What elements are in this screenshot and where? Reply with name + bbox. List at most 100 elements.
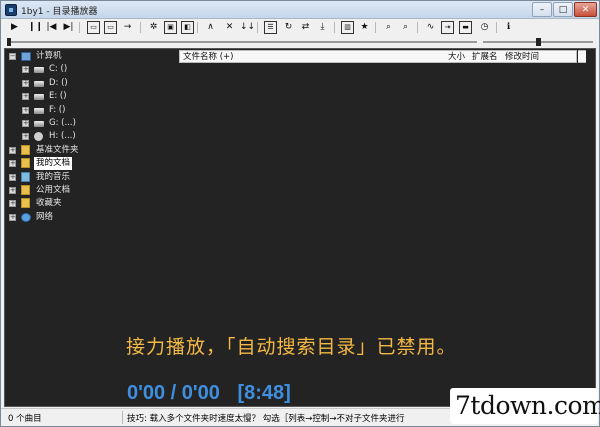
- tree-item[interactable]: + G: (...): [22, 117, 182, 130]
- drive-icon: [34, 121, 44, 127]
- pause-icon[interactable]: ❙❙: [28, 21, 43, 34]
- search-folder-icon[interactable]: ⌕: [399, 21, 412, 34]
- column-filename[interactable]: 文件名称 (+): [183, 51, 233, 63]
- expand-icon[interactable]: +: [22, 79, 29, 87]
- time-display: 0'00 / 0'00 [8:48]: [127, 382, 291, 405]
- expand-icon[interactable]: +: [22, 120, 29, 127]
- column-extension[interactable]: 扩展名: [472, 51, 498, 63]
- star-icon[interactable]: ★: [358, 21, 371, 34]
- chevron-up-icon[interactable]: ∧: [204, 21, 217, 34]
- toolbar-separator: [140, 22, 141, 33]
- tree-item[interactable]: + C: (): [22, 63, 182, 76]
- tree-item[interactable]: + H: (...): [22, 130, 182, 143]
- open-folder-icon[interactable]: ▭: [87, 21, 100, 34]
- tree-item-label: C: (): [49, 64, 68, 75]
- expand-icon[interactable]: +: [22, 106, 29, 114]
- expand-icon[interactable]: +: [9, 146, 16, 154]
- folder-icon: [21, 198, 30, 209]
- gear-icon[interactable]: ✲: [147, 21, 160, 34]
- drive-icon: [34, 94, 44, 101]
- toolbar-separator: [417, 22, 418, 33]
- tree-item[interactable]: + 我的音乐: [9, 171, 169, 184]
- tree-item-label: E: (): [49, 91, 67, 102]
- drive-icon: [34, 107, 44, 114]
- info-icon[interactable]: ℹ: [502, 21, 515, 34]
- toolbar-separator: [257, 22, 258, 33]
- computer-icon: [21, 52, 31, 61]
- jump-icon[interactable]: →: [121, 21, 134, 34]
- seek-bar[interactable]: [7, 41, 477, 43]
- expand-icon[interactable]: +: [9, 200, 16, 208]
- tree-item-label: 计算机: [36, 51, 62, 61]
- expand-icon[interactable]: +: [22, 133, 29, 141]
- tree-item-label: H: (...): [49, 131, 76, 142]
- prev-folder-icon[interactable]: ▭: [104, 21, 117, 34]
- wave-icon[interactable]: ∿: [424, 21, 437, 34]
- window-icon[interactable]: ▣: [164, 21, 177, 34]
- list-icon[interactable]: ☰: [264, 21, 277, 34]
- toolbar-separator: [496, 22, 497, 33]
- sync-icon[interactable]: ⇄: [299, 21, 312, 34]
- display-icon[interactable]: ▬: [459, 21, 472, 34]
- seek-row: [1, 37, 599, 47]
- title-bar[interactable]: 1by1 - 目录播放器 – □ ✕: [1, 1, 599, 19]
- clock-icon[interactable]: ◷: [478, 21, 491, 34]
- tip-text: 技巧: 载入多个文件夹时速度太慢？ 勾选［列表→控制→不对子文件夹进行: [127, 414, 405, 424]
- folder-icon: [21, 158, 30, 169]
- seek-handle[interactable]: [7, 38, 11, 46]
- skip-icon[interactable]: ⇥: [441, 21, 454, 34]
- main-panel: − 计算机 + C: () + D: () + E: () + F: () + G: (...) + H:…: [4, 48, 596, 407]
- tree-item[interactable]: + 基准文件夹: [9, 144, 169, 157]
- maximize-button[interactable]: □: [553, 2, 573, 17]
- tree-item[interactable]: + D: (): [22, 77, 182, 90]
- network-icon: [21, 212, 31, 222]
- repeat-icon[interactable]: ↻: [282, 21, 295, 34]
- close-icon[interactable]: ✕: [223, 21, 236, 34]
- download-icon[interactable]: ⤓: [316, 21, 329, 34]
- minimize-button[interactable]: –: [532, 2, 552, 17]
- status-divider: [122, 411, 123, 424]
- elapsed-time: 0'00 / 0'00: [127, 382, 220, 404]
- tree-item-label: F: (): [49, 104, 66, 115]
- tree-item[interactable]: + E: (): [22, 90, 182, 103]
- close-button[interactable]: ✕: [574, 2, 597, 17]
- volume-handle[interactable]: [535, 38, 541, 46]
- column-modified[interactable]: 修改时间: [505, 51, 539, 63]
- folder-icon: [21, 185, 30, 195]
- app-window: 1by1 - 目录播放器 – □ ✕ ▶ ❙❙ |◀ ▶| ▭ ▭ → ✲ ▣ ◧ ∧ ✕ ↓↓ ☰ ↻ ⇄ ⤓…: [0, 0, 600, 427]
- toolbar-separator: [79, 22, 80, 33]
- tree-item[interactable]: + 我的文档: [9, 157, 169, 171]
- expand-icon[interactable]: +: [22, 93, 29, 101]
- watermark-text: 7tdown.com: [455, 391, 600, 420]
- tree-item-label: 基准文件夹: [36, 144, 79, 155]
- play-icon[interactable]: ▶: [8, 21, 21, 34]
- previous-icon[interactable]: |◀: [45, 21, 58, 34]
- collapse-icon[interactable]: −: [9, 53, 16, 60]
- search-icon[interactable]: ⌕: [382, 21, 395, 34]
- tree-item[interactable]: + 收藏夹: [9, 197, 169, 210]
- column-size[interactable]: 大小: [448, 51, 465, 63]
- file-list-scrollbar[interactable]: [578, 50, 586, 63]
- expand-icon[interactable]: +: [9, 213, 16, 221]
- toolbar-separator: [334, 22, 335, 33]
- expand-icon[interactable]: +: [22, 66, 29, 74]
- watermark-logo: 7tdown.com: [450, 388, 600, 424]
- tree-item[interactable]: − 计算机: [9, 50, 169, 63]
- expand-icon[interactable]: +: [9, 187, 16, 194]
- library-icon[interactable]: ▥: [341, 21, 354, 34]
- tree-item[interactable]: + 公用文档: [9, 184, 169, 197]
- tree-item-label: 网络: [36, 211, 54, 222]
- panel-icon[interactable]: ◧: [181, 21, 194, 34]
- tree-item[interactable]: + F: (): [22, 104, 182, 117]
- expand-icon[interactable]: +: [9, 173, 16, 181]
- tree-item-label: 我的文档: [34, 157, 73, 171]
- next-icon[interactable]: ▶|: [62, 21, 75, 34]
- toolbar-separator: [197, 22, 198, 33]
- tree-item-label: 公用文档: [36, 185, 71, 195]
- folder-icon: [21, 144, 30, 155]
- tree-item[interactable]: + 网络: [9, 211, 169, 224]
- expand-icon[interactable]: +: [9, 160, 16, 168]
- sort-icon[interactable]: ↓↓: [240, 21, 255, 34]
- dvd-drive-icon: [34, 132, 43, 142]
- status-message: 接力播放，「自动搜索目录」已禁用。: [126, 336, 457, 358]
